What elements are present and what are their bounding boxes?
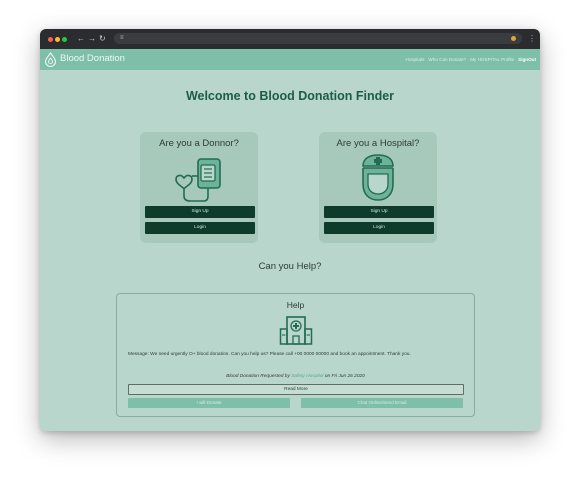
help-message: Message: We need urgently O+ blood donat… [128,352,411,357]
address-bar[interactable]: ≡ [114,33,522,44]
request-date: on Fri Jun 26 2020 [324,374,365,379]
nav-link-who-can-donate[interactable]: Who Can Donate? [428,56,466,63]
maximize-window-button[interactable] [62,37,67,42]
back-icon[interactable]: ← [77,33,85,45]
app-navbar: Blood Donation Hospitals Who Can Donate?… [40,49,540,70]
close-window-button[interactable] [48,37,53,42]
hospital-card: Are you a Hospital? Sign Up Login [319,132,437,243]
donate-button[interactable]: I will Donate [128,398,290,408]
blood-bag-icon [175,158,221,202]
read-more-button[interactable]: Read More [128,384,464,395]
donor-card-title: Are you a Donnor? [159,138,239,149]
donor-card: Are you a Donnor? Sign Up Login [140,132,258,243]
browser-window: ← → ↻ ≡ ⋮ Blood Donation Hospitals Who C… [40,29,540,431]
blood-drop-logo-icon[interactable] [44,52,57,67]
site-info-icon[interactable]: ≡ [120,34,124,43]
help-request-panel: Help Message: We need urgently O+ blood … [116,293,475,417]
nav-links: Hospitals Who Can Donate? My HOSPITAL Pr… [406,56,536,63]
nav-link-hospital-profile[interactable]: My HOSPITAL Profile [470,56,514,63]
requesting-hospital-link[interactable]: Safety Hospital [291,374,323,379]
donor-login-button[interactable]: Login [145,222,255,234]
hospital-login-button[interactable]: Login [324,222,434,234]
chat-email-button[interactable]: Chat Online/Send Email [301,398,463,408]
donor-signup-button[interactable]: Sign Up [145,206,255,218]
hospital-building-icon [279,316,313,345]
help-heading: Can you Help? [258,261,322,272]
requested-by-label: Blood Donation Requested by [226,374,290,379]
extension-icon[interactable] [511,36,516,41]
request-info: Blood Donation Requested by Safety Hospi… [117,373,474,380]
browser-toolbar: ← → ↻ ≡ ⋮ [40,29,540,49]
nurse-icon [362,154,394,201]
help-title: Help [286,300,305,310]
browser-menu-icon[interactable]: ⋮ [528,33,536,45]
minimize-window-button[interactable] [55,37,60,42]
reload-icon[interactable]: ↻ [99,33,106,45]
brand-name[interactable]: Blood Donation [60,52,125,66]
hospital-card-title: Are you a Hospital? [336,138,420,149]
nav-link-hospitals[interactable]: Hospitals [406,56,425,63]
page-title: Welcome to Blood Donation Finder [185,89,395,103]
nav-link-signout[interactable]: SignOut [518,56,536,63]
hospital-signup-button[interactable]: Sign Up [324,206,434,218]
forward-icon[interactable]: → [88,33,96,45]
